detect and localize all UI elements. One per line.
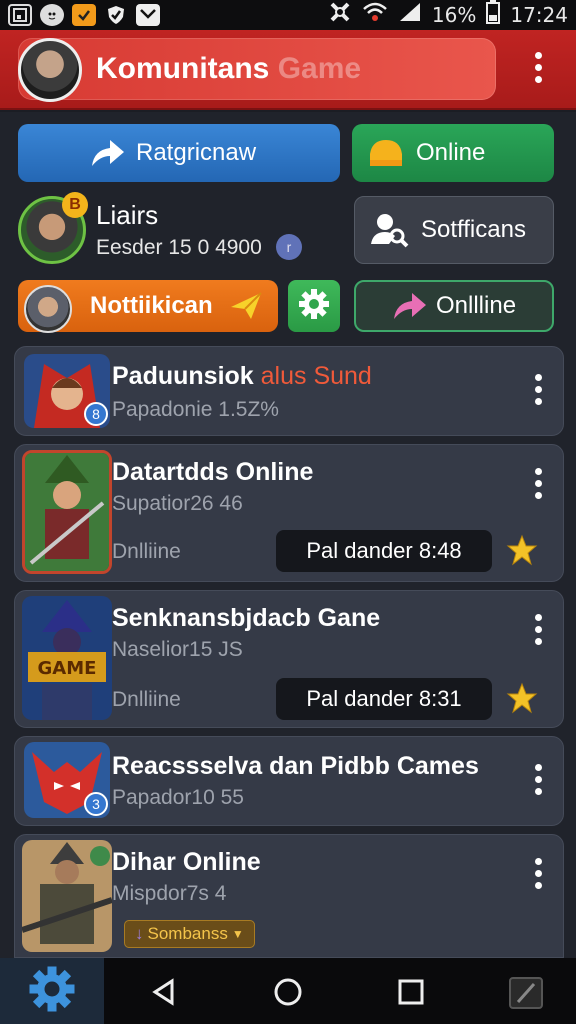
game-tag-label: Sombanss [147,924,228,943]
game-subtitle: Papador10 55 [112,786,244,809]
ratgricnaw-label: Ratgricnaw [136,139,257,166]
kebab-menu-icon[interactable] [532,52,544,83]
user-info-dot[interactable]: r [276,234,302,260]
svg-text:GAME: GAME [38,658,97,679]
kebab-menu-icon[interactable] [532,374,544,405]
ratgricnaw-button[interactable]: Ratgricnaw [18,124,340,182]
game-thumbnail[interactable]: GAME [22,596,112,720]
player-pill[interactable]: Pal dander 8:48 [276,530,492,572]
online-label: Online [416,139,486,166]
battery-percent: 16% [431,3,477,27]
coin-badge: B [62,192,88,218]
game-tag[interactable]: ↓ Sombanss ▼ [124,920,255,948]
game-title: Reacssselva dan Pidbb Cames [112,752,479,780]
cat-icon [40,4,64,26]
online-button[interactable]: Online [352,124,554,182]
kebab-menu-icon[interactable] [532,764,544,795]
sotfficans-button[interactable]: Sotfficans [354,196,554,264]
game-title: Dihar Online [112,848,261,876]
gear-icon [298,288,330,325]
settings-button[interactable] [288,280,340,332]
star-icon[interactable] [506,682,538,714]
kebab-menu-icon[interactable] [532,468,544,499]
wifi-icon [362,1,388,29]
cap-icon [366,136,406,170]
chevron-down-icon: ▼ [231,927,244,941]
game-title-accent: alus Sund [260,362,372,390]
bottom-nav-bar [0,958,576,1024]
clock: 17:24 [510,3,568,27]
game-subtitle: Mispdor7s 4 [112,882,227,905]
level-badge: 3 [84,792,108,816]
shield-icon [104,4,128,26]
game-subtitle: Naselior15 JS [112,638,243,661]
game-title: Senknansbjdacb Gane [112,604,381,632]
notification-label: Nottiikican [90,292,213,319]
user-search-icon [369,210,411,250]
edit-icon[interactable] [508,974,546,1015]
game-subtitle: Papadonie 1.5Z% [112,398,279,421]
status-bar: 16% 17:24 [0,0,576,30]
user-name: Liairs [96,200,159,230]
level-badge: 8 [84,402,108,426]
game-thumbnail[interactable] [22,450,112,574]
game-status: Dnlliine [112,688,181,711]
user-stats: Eesder 15 0 4900 [96,236,262,259]
gear-icon [28,965,76,1018]
settings-tab[interactable] [0,958,104,1024]
app-header: Komunitans Game [0,30,576,110]
checkbox-orange-icon [72,4,96,26]
battery-icon [486,0,501,30]
page-title: Komunitans Game [96,52,361,86]
game-status: Dnlliine [112,540,181,563]
mail-icon [136,4,160,26]
kebab-menu-icon[interactable] [532,858,544,889]
page-title-main: Komunitans [96,52,270,85]
gallery-icon [8,4,32,26]
online2-label: Onllline [436,292,517,319]
recents-icon[interactable] [398,979,424,1010]
back-icon[interactable] [150,978,178,1011]
soldier-avatar[interactable] [18,38,82,102]
player-pill[interactable]: Pal dander 8:31 [276,678,492,720]
sotfficans-label: Sotfficans [421,216,526,243]
game-subtitle: Supatior26 46 [112,492,243,515]
online2-button[interactable]: Onllline [354,280,554,332]
send-icon [229,291,263,321]
sync-icon [328,0,352,30]
page-title-faded: Game [277,52,362,85]
game-thumbnail[interactable] [22,840,112,952]
game-title-main: Paduunsiok [112,362,254,390]
game-title: Paduunsiok alus Sund [112,362,372,391]
star-icon[interactable] [506,534,538,566]
pink-arrow-icon [392,291,426,321]
signal-icon [398,1,422,29]
tag-icon: ↓ [135,924,144,943]
notification-avatar [24,285,72,333]
share-arrow-icon [90,138,126,168]
game-title: Datartdds Online [112,458,314,486]
home-icon[interactable] [273,977,303,1012]
kebab-menu-icon[interactable] [532,614,544,645]
